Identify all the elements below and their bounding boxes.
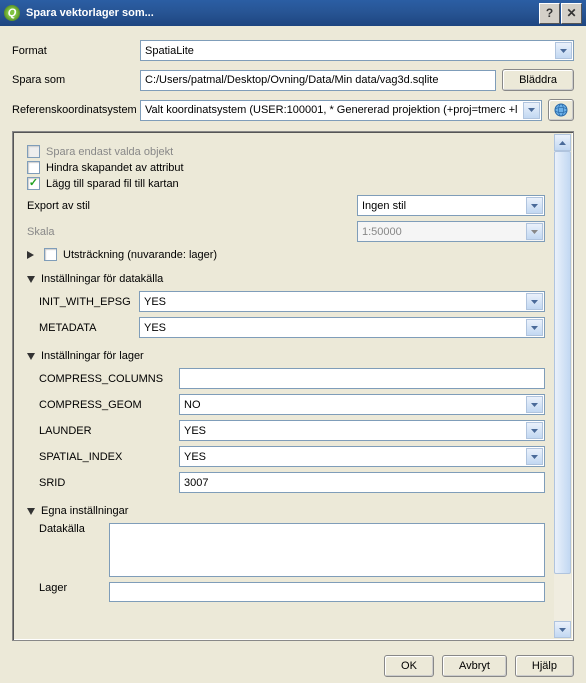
- titlebar: Q Spara vektorlager som... ? ✕: [0, 0, 586, 26]
- launder-combo[interactable]: YES: [179, 420, 545, 441]
- scroll-track[interactable]: [554, 151, 571, 621]
- custom-layer-textarea[interactable]: [109, 582, 545, 602]
- options-panel: Spara endast valda objekt Hindra skapand…: [12, 131, 574, 641]
- compress-geom-label: COMPRESS_GEOM: [39, 399, 179, 411]
- add-to-map-checkbox[interactable]: [27, 177, 40, 190]
- srid-label: SRID: [39, 477, 179, 489]
- dialog-buttons: OK Avbryt Hjälp: [0, 649, 586, 683]
- globe-icon: [553, 102, 569, 118]
- export-style-value: Ingen stil: [362, 200, 406, 212]
- dialog-content: Format SpatiaLite Spara som Bläddra Refe…: [0, 26, 586, 649]
- chevron-down-icon: [526, 396, 543, 413]
- prevent-attrs-label: Hindra skapandet av attribut: [46, 162, 184, 174]
- saveas-label: Spara som: [12, 74, 140, 86]
- metadata-combo[interactable]: YES: [139, 317, 545, 338]
- format-value: SpatiaLite: [145, 45, 194, 57]
- scale-combo: 1:50000: [357, 221, 545, 242]
- export-style-combo[interactable]: Ingen stil: [357, 195, 545, 216]
- prevent-attrs-checkbox[interactable]: [27, 161, 40, 174]
- custom-datasource-label: Datakälla: [39, 523, 109, 535]
- chevron-down-icon: [526, 319, 543, 336]
- chevron-down-icon: [526, 422, 543, 439]
- scroll-down-icon[interactable]: [554, 621, 571, 638]
- add-to-map-label: Lägg till sparad fil till kartan: [46, 178, 179, 190]
- spatial-index-combo[interactable]: YES: [179, 446, 545, 467]
- save-selected-label: Spara endast valda objekt: [46, 146, 173, 158]
- close-button[interactable]: ✕: [561, 3, 582, 24]
- chevron-down-icon: [526, 223, 543, 240]
- compress-cols-label: COMPRESS_COLUMNS: [39, 373, 179, 385]
- scroll-up-icon[interactable]: [554, 134, 571, 151]
- export-style-label: Export av stil: [27, 200, 357, 212]
- cancel-button[interactable]: Avbryt: [442, 655, 507, 677]
- custom-datasource-textarea[interactable]: [109, 523, 545, 577]
- chevron-down-icon: [526, 197, 543, 214]
- crs-label: Referenskoordinatsystem: [12, 104, 140, 116]
- launder-label: LAUNDER: [39, 425, 179, 437]
- init-epsg-value: YES: [144, 296, 166, 308]
- window-title: Spara vektorlager som...: [26, 7, 539, 19]
- app-icon: Q: [4, 5, 20, 21]
- init-epsg-combo[interactable]: YES: [139, 291, 545, 312]
- crs-picker-button[interactable]: [548, 99, 574, 121]
- extent-label: Utsträckning (nuvarande: lager): [63, 249, 217, 261]
- vertical-scrollbar[interactable]: [554, 134, 571, 638]
- format-combo[interactable]: SpatiaLite: [140, 40, 574, 61]
- format-label: Format: [12, 45, 140, 57]
- custom-layer-label: Lager: [39, 582, 109, 594]
- srid-input[interactable]: [179, 472, 545, 493]
- compress-geom-value: NO: [184, 399, 201, 411]
- chevron-down-icon: [555, 42, 572, 59]
- scale-value: 1:50000: [362, 226, 402, 238]
- expand-extent-toggle[interactable]: [27, 251, 34, 259]
- ok-button[interactable]: OK: [384, 655, 434, 677]
- spatial-index-value: YES: [184, 451, 206, 463]
- extent-checkbox[interactable]: [44, 248, 57, 261]
- compress-geom-combo[interactable]: NO: [179, 394, 545, 415]
- expand-datasource-toggle[interactable]: [27, 276, 35, 283]
- chevron-down-icon: [523, 102, 540, 119]
- save-selected-checkbox: [27, 145, 40, 158]
- chevron-down-icon: [526, 448, 543, 465]
- help-button[interactable]: Hjälp: [515, 655, 574, 677]
- saveas-input[interactable]: [140, 70, 496, 91]
- custom-header: Egna inställningar: [41, 505, 128, 517]
- launder-value: YES: [184, 425, 206, 437]
- metadata-label: METADATA: [39, 322, 139, 334]
- spatial-index-label: SPATIAL_INDEX: [39, 451, 179, 463]
- browse-button[interactable]: Bläddra: [502, 69, 574, 91]
- crs-combo[interactable]: Valt koordinatsystem (USER:100001, * Gen…: [140, 100, 542, 121]
- scroll-thumb[interactable]: [554, 151, 571, 574]
- expand-layer-toggle[interactable]: [27, 353, 35, 360]
- layer-header: Inställningar för lager: [41, 350, 144, 362]
- compress-cols-input[interactable]: [179, 368, 545, 389]
- metadata-value: YES: [144, 322, 166, 334]
- datasource-header: Inställningar för datakälla: [41, 273, 163, 285]
- expand-custom-toggle[interactable]: [27, 508, 35, 515]
- scale-label: Skala: [27, 226, 357, 238]
- crs-value: Valt koordinatsystem (USER:100001, * Gen…: [145, 104, 517, 116]
- init-epsg-label: INIT_WITH_EPSG: [39, 296, 139, 308]
- help-button[interactable]: ?: [539, 3, 560, 24]
- chevron-down-icon: [526, 293, 543, 310]
